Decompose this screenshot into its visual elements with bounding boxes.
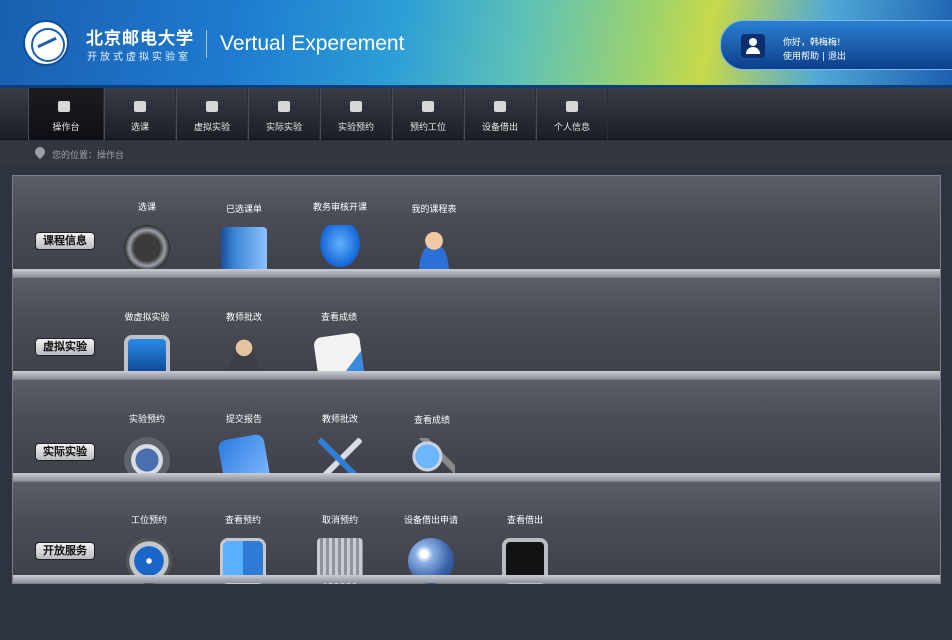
tile-view-scores[interactable]: 查看成绩 — [294, 310, 384, 384]
lab-name: 开放式虚拟实验室 — [87, 52, 191, 63]
tile-submit-report[interactable]: 提交报告 — [199, 412, 289, 487]
info-icon — [126, 538, 172, 584]
tile-label: 教师批改 — [225, 313, 262, 323]
nav-label: 操作台 — [52, 123, 80, 133]
tile-selected-courses[interactable]: 已选课单 — [199, 202, 289, 273]
user-icon — [566, 101, 578, 112]
tile-label: 查看成绩 — [320, 313, 357, 323]
tools-icon — [278, 101, 290, 112]
tile-label: 教师批改 — [321, 415, 358, 425]
greeting-text: 你好，韩梅梅! — [783, 38, 841, 48]
tile-label: 做虚拟实验 — [124, 313, 170, 323]
shelf-label: 实际实验 — [35, 443, 95, 461]
compass-icon — [124, 225, 170, 271]
tile-label: 查看借出 — [506, 516, 543, 526]
chair-icon — [317, 225, 363, 271]
shelf-real-lab: 实际实验 实验预约 提交报告 教师批改 查看成绩 — [12, 379, 941, 487]
nav-item-virtual-lab[interactable]: 虚拟实验 — [176, 88, 248, 140]
shelf-open-services: 开放服务 工位预约 查看预约 取消预约 设备借出申请 查看借出 — [12, 481, 941, 584]
tile-teacher-grading-real[interactable]: 教师批改 — [295, 412, 385, 483]
tile-label: 已选课单 — [225, 205, 262, 215]
tile-label: 选课 — [137, 203, 156, 213]
user-links: 使用帮助 | 退出 — [783, 49, 846, 62]
globe-icon — [408, 538, 454, 584]
nav-label: 个人信息 — [553, 123, 590, 133]
nav-label: 预约工位 — [409, 123, 446, 133]
tile-label: 我的课程表 — [411, 205, 457, 215]
address-book-icon — [221, 227, 267, 273]
shelf-label: 虚拟实验 — [35, 338, 95, 356]
tile-admin-review[interactable]: 教务审核开课 — [295, 200, 385, 271]
tile-teacher-grading[interactable]: 教师批改 — [199, 310, 289, 381]
shelf-course-info: 课程信息 选课 已选课单 教务审核开课 我的课程表 — [12, 175, 941, 278]
shelf-label: 课程信息 — [35, 232, 95, 250]
grid-icon — [134, 101, 146, 112]
shelf-label: 开放服务 — [35, 542, 95, 560]
terminal-icon — [502, 538, 548, 584]
tile-my-schedule[interactable]: 我的课程表 — [389, 202, 479, 273]
tile-view-loans[interactable]: 查看借出 — [480, 513, 570, 584]
tile-label: 查看成绩 — [413, 416, 450, 426]
nav-item-equipment-loan[interactable]: 设备借出 — [464, 88, 536, 140]
tile-view-booking[interactable]: 查看预约 — [198, 513, 288, 584]
tile-course-select[interactable]: 选课 — [102, 200, 192, 271]
nav-item-course-select[interactable]: 选课 — [104, 88, 176, 140]
tile-label: 实验预约 — [128, 415, 165, 425]
tile-label: 查看预约 — [224, 516, 261, 526]
logout-link[interactable]: 退出 — [828, 52, 846, 62]
tile-station-booking[interactable]: 工位预约 — [104, 513, 194, 584]
user-icon — [741, 34, 765, 58]
tile-label: 工位预约 — [130, 516, 167, 526]
app-title: Vertual Experement — [220, 32, 405, 55]
title-divider — [206, 30, 207, 58]
finder-icon — [220, 538, 266, 584]
home-icon — [58, 101, 70, 112]
person-icon — [411, 227, 457, 273]
university-logo — [23, 20, 69, 66]
tile-view-scores-real[interactable]: 查看成绩 — [387, 413, 477, 484]
breadcrumb: 您的位置：操作台 — [0, 140, 952, 166]
calendar-icon — [422, 101, 434, 112]
nav-item-lab-booking[interactable]: 实验预约 — [320, 88, 392, 140]
magnifier-icon — [409, 438, 455, 484]
location-pin-icon — [32, 144, 48, 160]
tile-cancel-booking[interactable]: 取消预约 — [295, 513, 385, 584]
shelf-virtual-lab: 虚拟实验 做虚拟实验 教师批改 查看成绩 — [12, 277, 941, 384]
breadcrumb-text: 您的位置：操作台 — [52, 151, 125, 161]
link-separator: | — [821, 52, 825, 62]
cube-icon — [206, 101, 218, 112]
book-icon — [494, 101, 506, 112]
tile-lab-booking[interactable]: 实验预约 — [102, 412, 192, 483]
tile-label: 取消预约 — [321, 516, 358, 526]
dashboard-shelves: 课程信息 选课 已选课单 教务审核开课 我的课程表 虚拟实验 做虚拟实验 教师批… — [12, 175, 941, 584]
teacher-icon — [221, 335, 267, 381]
document-icon — [313, 332, 365, 384]
nav-label: 选课 — [130, 123, 149, 133]
tile-label: 教务审核开课 — [312, 203, 367, 213]
header-banner: 北京邮电大学 开放式虚拟实验室 Vertual Experement 你好，韩梅… — [0, 0, 952, 88]
user-panel: 你好，韩梅梅! 使用帮助 | 退出 — [720, 20, 952, 70]
monitor-icon — [124, 335, 170, 381]
nav-label: 设备借出 — [481, 123, 518, 133]
nav-item-station-booking[interactable]: 预约工位 — [392, 88, 464, 140]
blueprint-hammer-icon — [217, 433, 271, 487]
tools-icon — [317, 437, 363, 483]
tile-label: 设备借出申请 — [403, 516, 458, 526]
tile-equipment-request[interactable]: 设备借出申请 — [386, 513, 476, 584]
nav-item-profile[interactable]: 个人信息 — [536, 88, 608, 140]
trash-icon — [317, 538, 363, 584]
help-link[interactable]: 使用帮助 — [783, 52, 819, 62]
tile-do-virtual-lab[interactable]: 做虚拟实验 — [102, 310, 192, 381]
university-name: 北京邮电大学 — [86, 29, 194, 49]
calendar-icon — [350, 101, 362, 112]
nav-label: 实验预约 — [337, 123, 374, 133]
main-navbar: 操作台 选课 虚拟实验 实际实验 实验预约 预约工位 设备借出 个人信息 — [0, 88, 952, 140]
gauge-icon — [124, 437, 170, 483]
nav-label: 虚拟实验 — [193, 123, 230, 133]
nav-item-dashboard[interactable]: 操作台 — [28, 88, 104, 140]
nav-label: 实际实验 — [265, 123, 302, 133]
tile-label: 提交报告 — [225, 415, 262, 425]
nav-item-real-lab[interactable]: 实际实验 — [248, 88, 320, 140]
